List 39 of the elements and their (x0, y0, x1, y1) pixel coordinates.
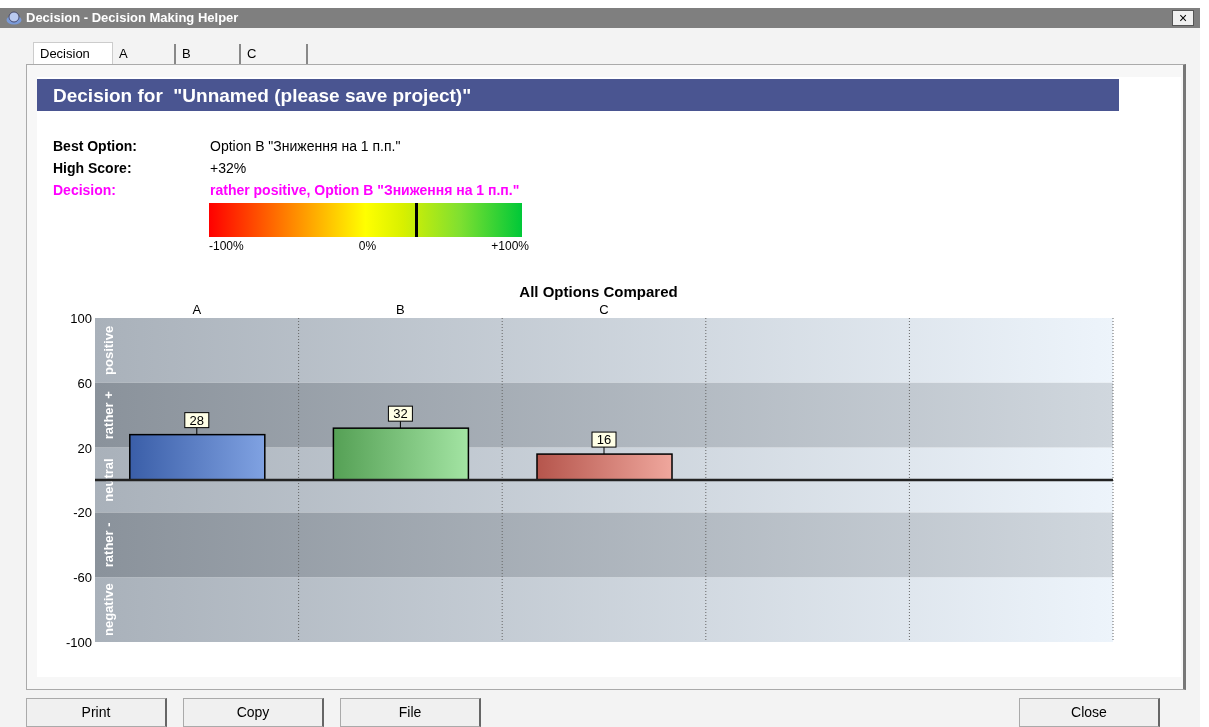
axis-tick-label: -60 (73, 569, 92, 585)
band-label: rather - (101, 521, 116, 567)
field-value: rather positive, Option B "Зниження на 1 п.п." (210, 181, 520, 200)
value-label: 16 (591, 431, 617, 455)
axis-tick-label: -20 (73, 504, 92, 520)
field-label: Decision: (53, 181, 117, 200)
close-button[interactable]: × (1172, 10, 1194, 26)
field-value: +32% (210, 159, 247, 178)
window-title: Decision - Decision Making Helper (26, 9, 239, 28)
band-label: neutral (101, 457, 116, 502)
gauge-label: +100% (491, 238, 529, 255)
app-icon (6, 11, 22, 25)
band-label: negative (101, 582, 116, 636)
field-value: Option B "Зниження на 1 п.п." (210, 137, 401, 156)
chart-title: All Options Compared (518, 282, 679, 302)
dialog-button[interactable]: Copy (183, 698, 324, 727)
gauge-label: -100% (209, 238, 244, 255)
category-label: B (396, 303, 405, 317)
dialog-button[interactable]: Close (1019, 698, 1160, 727)
tab[interactable]: Decision (33, 42, 113, 64)
data-label: 28 (189, 412, 205, 428)
axis-tick-label: 60 (77, 375, 92, 391)
band-label: rather + (101, 390, 116, 439)
dialog-button[interactable]: Print (26, 698, 167, 727)
data-label: 16 (596, 431, 612, 447)
band-label: positive (101, 325, 116, 375)
axis-tick-label: 20 (77, 440, 92, 456)
axis-tick-label: 100 (70, 310, 92, 326)
field-label: High Score: (53, 159, 133, 178)
data-label: 32 (393, 405, 408, 421)
axis-tick-label: -100 (65, 634, 92, 649)
dialog-button[interactable]: File (340, 698, 481, 727)
category-label: C (599, 303, 609, 317)
decision-banner: Decision for "Unnamed (please save project)" (37, 79, 1119, 111)
field-label: Best Option: (53, 137, 138, 156)
value-label: 32 (387, 405, 413, 429)
category-label: A (192, 303, 202, 317)
gauge-label: 0% (358, 238, 377, 255)
value-label: 28 (184, 411, 210, 435)
